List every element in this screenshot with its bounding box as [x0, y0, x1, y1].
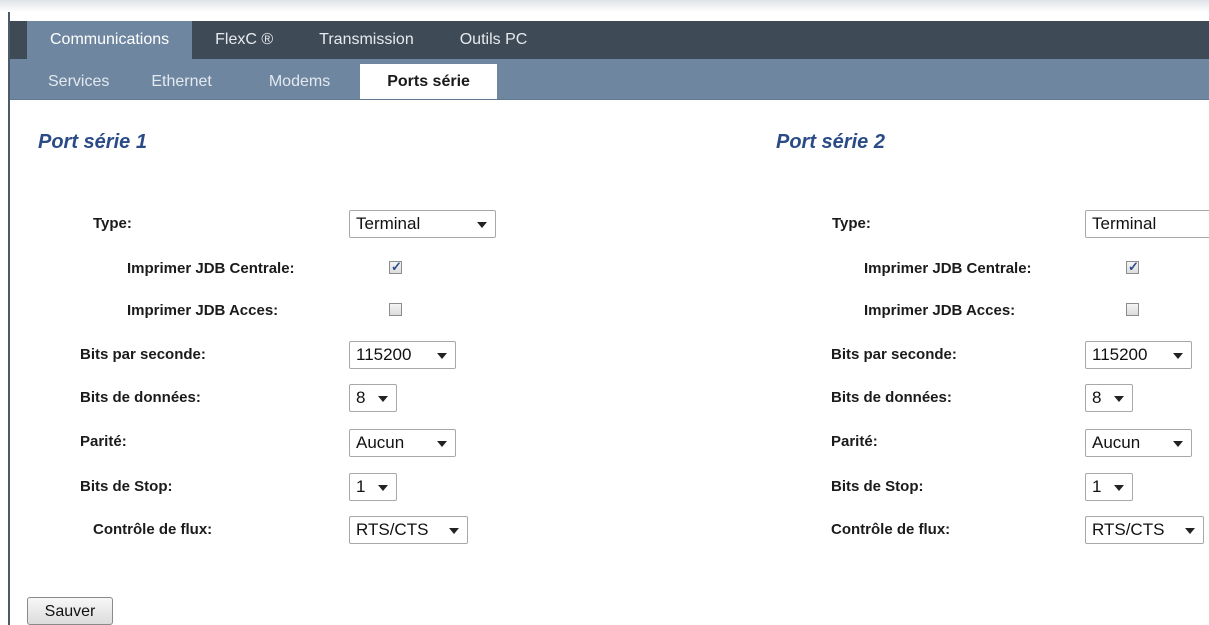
save-button[interactable]: Sauver [27, 597, 113, 625]
port-1-baud-value: 115200 [356, 345, 412, 364]
port-1-data-bits-value: 8 [356, 388, 366, 407]
port-1-baud-select[interactable]: 115200 [349, 341, 456, 369]
tab-flexc[interactable]: FlexC ® [192, 21, 296, 59]
port-2-type-label: Type: [832, 215, 871, 232]
port-2-flow-select[interactable]: RTS/CTS [1085, 516, 1204, 544]
port-1-data-bits-label: Bits de données: [80, 389, 201, 406]
port-2-print-access-checkbox[interactable] [1126, 303, 1139, 316]
port-1-type-label: Type: [93, 215, 132, 232]
port-1-title: Port série 1 [38, 131, 147, 153]
chevron-down-icon [1114, 485, 1124, 491]
chevron-down-icon [449, 528, 459, 534]
port-1-stop-bits-value: 1 [356, 477, 366, 496]
port-1-print-central-checkbox[interactable]: ✓ [389, 259, 402, 274]
checkmark-icon: ✓ [1128, 259, 1139, 274]
port-1-type-select[interactable]: Terminal [349, 210, 496, 238]
port-1-print-access-checkbox[interactable] [389, 303, 402, 316]
port-2-parity-select[interactable]: Aucun [1085, 429, 1192, 457]
chevron-down-icon [437, 353, 447, 359]
port-2-baud-select[interactable]: 115200 [1085, 341, 1192, 369]
port-1-data-bits-select[interactable]: 8 [349, 384, 397, 412]
port-2-type-select[interactable]: Terminal [1085, 210, 1209, 238]
port-1-print-access-label: Imprimer JDB Acces: [127, 302, 279, 319]
port-2-stop-bits-value: 1 [1092, 477, 1102, 496]
chevron-down-icon [1173, 441, 1183, 447]
port-1-parity-value: Aucun [356, 433, 405, 452]
port-1-parity-select[interactable]: Aucun [349, 429, 456, 457]
chevron-down-icon [477, 222, 487, 228]
port-1-stop-bits-label: Bits de Stop: [80, 478, 173, 495]
left-border [8, 12, 10, 625]
port-2-stop-bits-label: Bits de Stop: [831, 478, 924, 495]
chevron-down-icon [378, 485, 388, 491]
port-2-type-value: Terminal [1092, 214, 1157, 233]
port-1-type-value: Terminal [356, 214, 421, 233]
port-1-baud-label: Bits par seconde: [80, 346, 206, 363]
port-2-data-bits-value: 8 [1092, 388, 1102, 407]
main-nav: Communications FlexC ® Transmission Outi… [10, 21, 1209, 59]
port-2-data-bits-label: Bits de données: [831, 389, 952, 406]
subtab-modems[interactable]: Modems [269, 59, 330, 99]
port-2-flow-value: RTS/CTS [1092, 520, 1165, 539]
chevron-down-icon [437, 441, 447, 447]
port-2-baud-label: Bits par seconde: [831, 346, 957, 363]
port-2-flow-label: Contrôle de flux: [831, 521, 951, 538]
chevron-down-icon [1173, 353, 1183, 359]
port-1-stop-bits-select[interactable]: 1 [349, 473, 397, 501]
subtab-ports-serie[interactable]: Ports série [360, 64, 497, 99]
tab-outils-pc[interactable]: Outils PC [437, 21, 551, 59]
subtab-services[interactable]: Services [48, 59, 109, 99]
port-1-flow-label: Contrôle de flux: [93, 521, 213, 538]
tab-communications[interactable]: Communications [27, 21, 193, 59]
sub-nav: Services Ethernet Modems Ports série [10, 59, 1209, 100]
port-1-print-central-label: Imprimer JDB Centrale: [127, 260, 295, 277]
port-2-print-access-label: Imprimer JDB Acces: [864, 302, 1016, 319]
chevron-down-icon [1185, 528, 1195, 534]
checkmark-icon: ✓ [391, 259, 402, 274]
chevron-down-icon [1114, 396, 1124, 402]
chevron-down-icon [378, 396, 388, 402]
port-1-flow-value: RTS/CTS [356, 520, 429, 539]
port-2-title: Port série 2 [776, 131, 885, 153]
port-2-parity-label: Parité: [831, 433, 878, 450]
port-2-print-central-checkbox[interactable]: ✓ [1126, 259, 1139, 274]
port-2-parity-value: Aucun [1092, 433, 1141, 452]
subtab-ethernet[interactable]: Ethernet [151, 59, 211, 99]
port-2-baud-value: 115200 [1092, 345, 1148, 364]
port-2-stop-bits-select[interactable]: 1 [1085, 473, 1133, 501]
port-2-data-bits-select[interactable]: 8 [1085, 384, 1133, 412]
top-fade [0, 0, 1209, 12]
port-1-parity-label: Parité: [80, 433, 127, 450]
tab-transmission[interactable]: Transmission [296, 21, 437, 59]
port-2-print-central-label: Imprimer JDB Centrale: [864, 260, 1032, 277]
port-1-flow-select[interactable]: RTS/CTS [349, 516, 468, 544]
